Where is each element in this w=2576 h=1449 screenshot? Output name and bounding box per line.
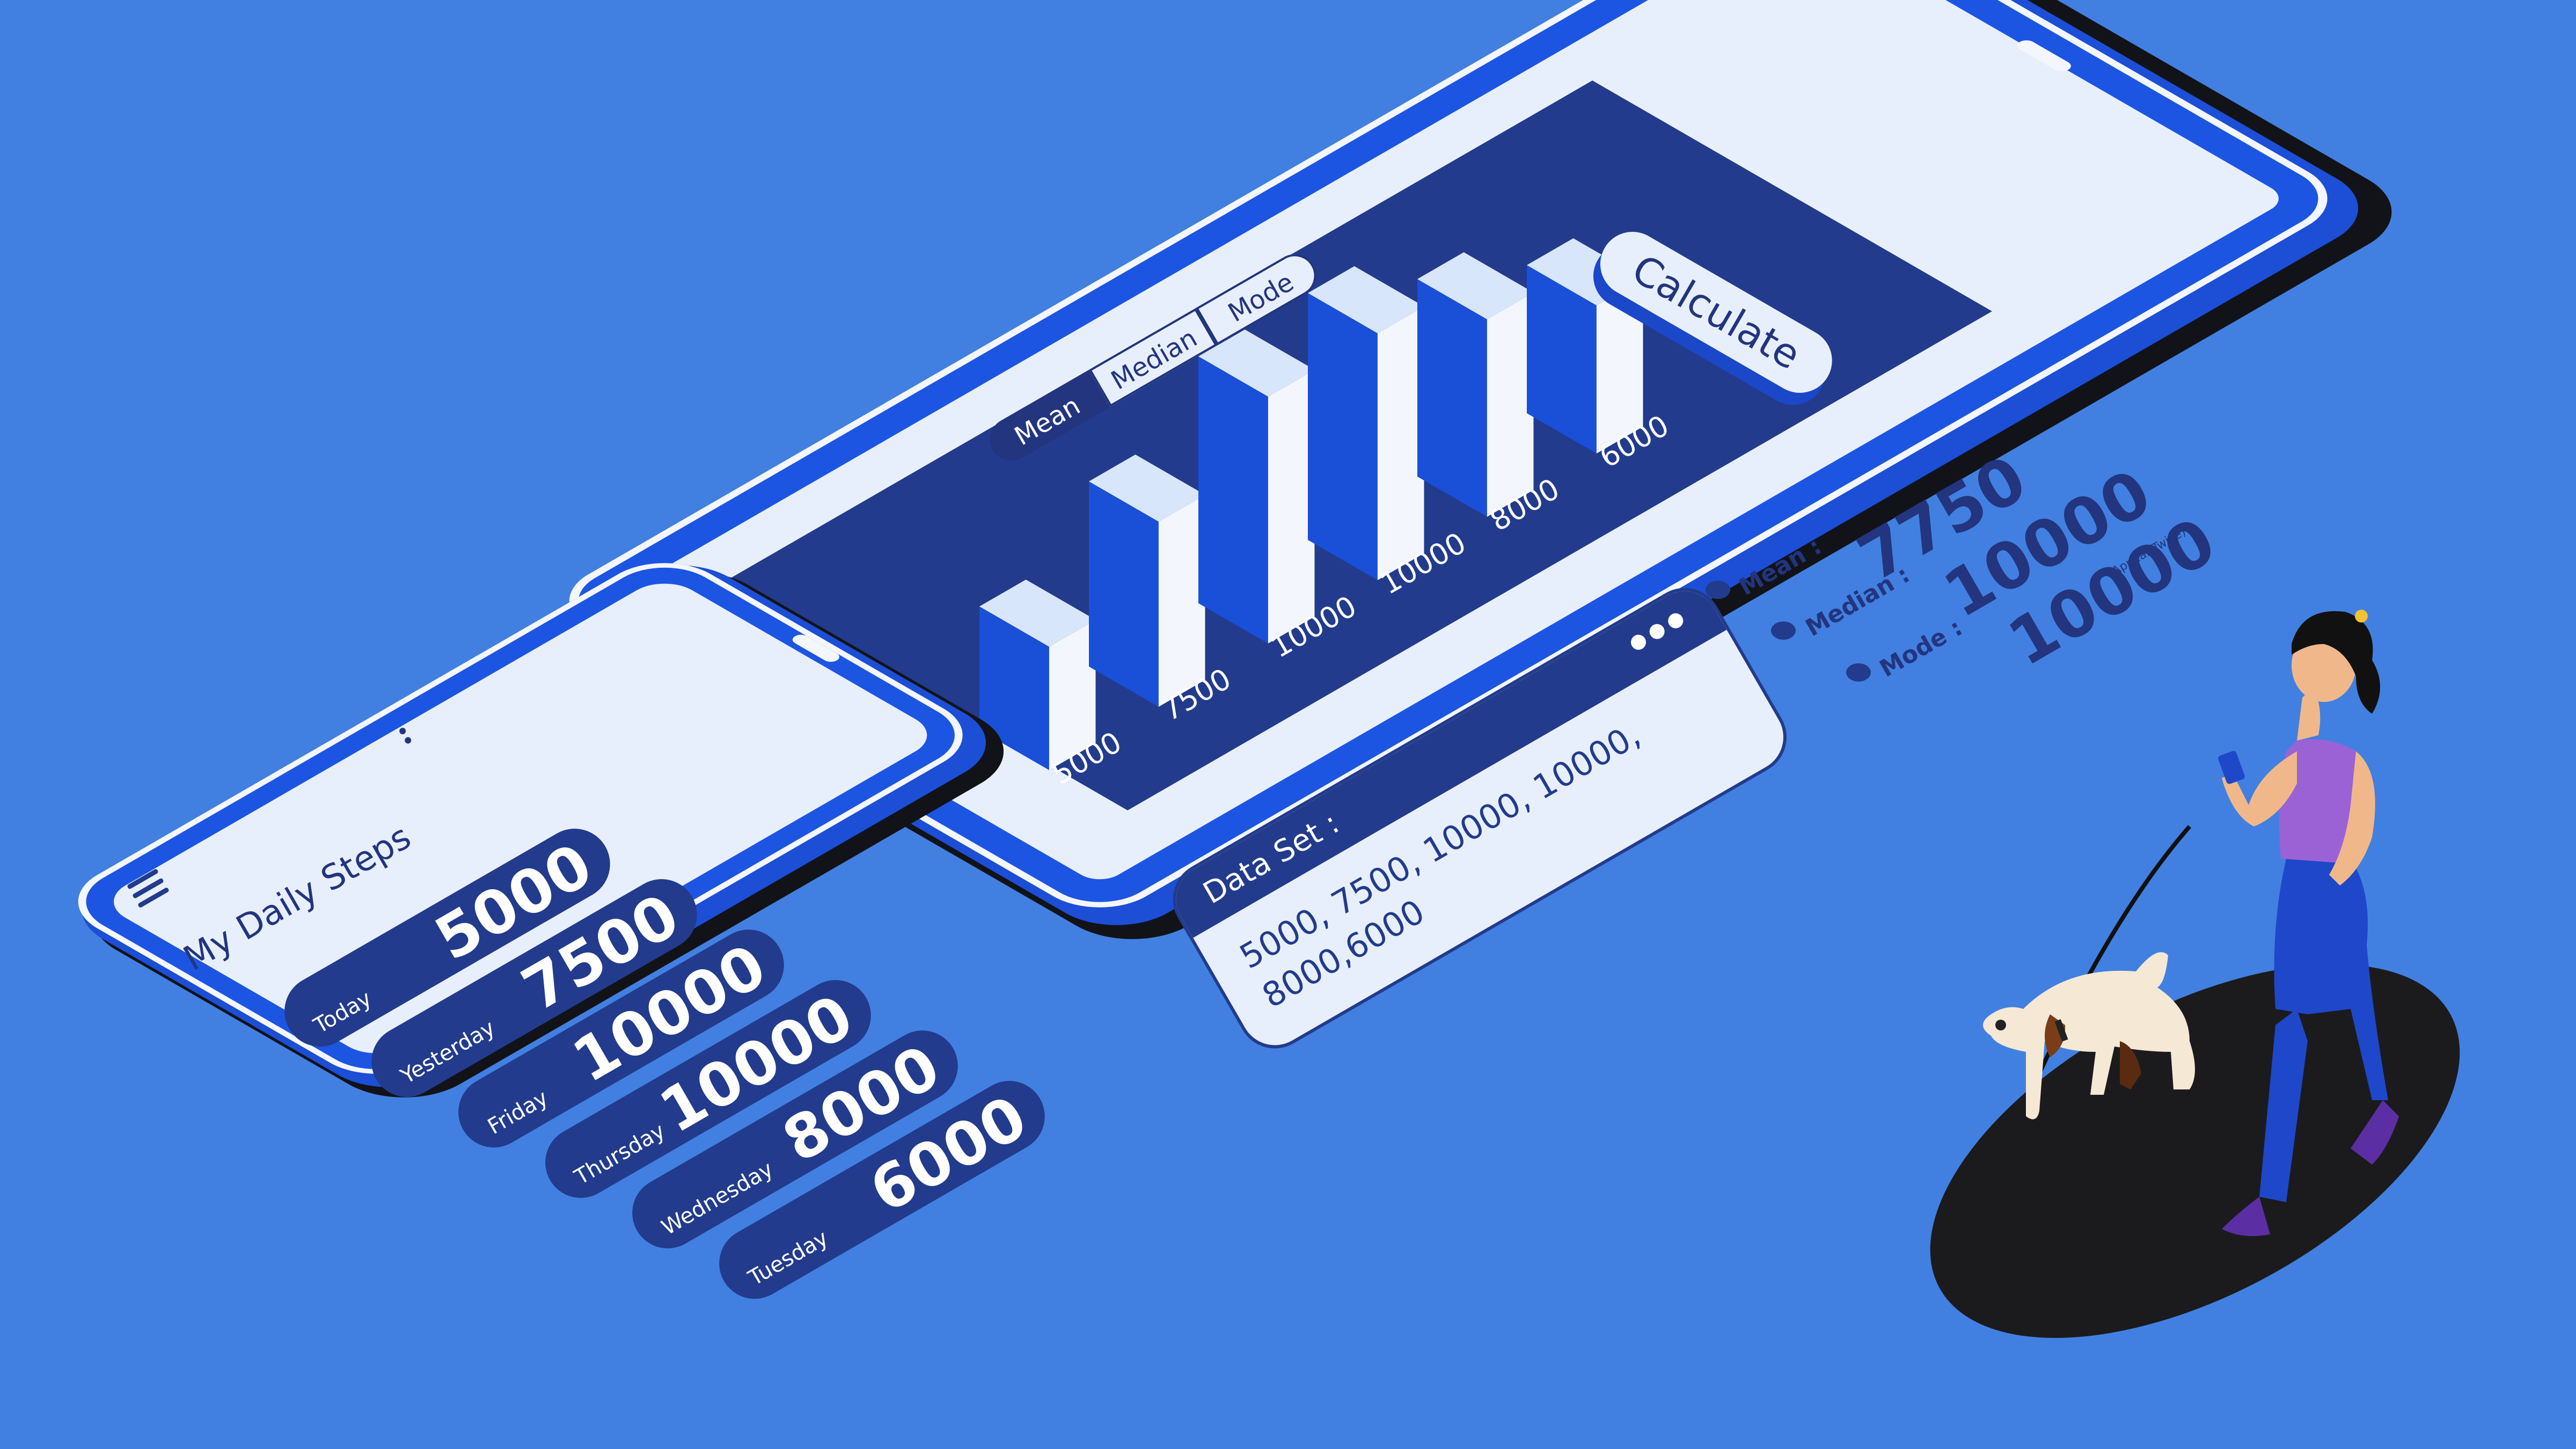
woman-walking-dog-illustration: [1930, 610, 2460, 1338]
bar-side-face: [1487, 292, 1534, 517]
bar-front-face: [1198, 356, 1268, 643]
chart-bar: [1308, 266, 1424, 580]
median-bullet-icon: [1771, 621, 1796, 640]
bar-front-face: [1417, 279, 1487, 517]
bar-side-face: [1377, 306, 1424, 580]
more-dots-icon[interactable]: [1623, 610, 1687, 658]
phone-in-hand: [2218, 751, 2245, 784]
chart-bar: [1089, 455, 1205, 707]
chart-bar: [1417, 252, 1534, 517]
ground-shadow: [1930, 964, 2460, 1338]
chart-bar: [1198, 330, 1315, 643]
mean-bullet-icon: [1706, 581, 1730, 599]
bar-side-face: [1268, 370, 1315, 643]
bar-front-face: [1308, 293, 1378, 580]
illustration-scene: 5000 7500 10000 10000 8000 6000 Mean Median M…: [0, 0, 2576, 1449]
